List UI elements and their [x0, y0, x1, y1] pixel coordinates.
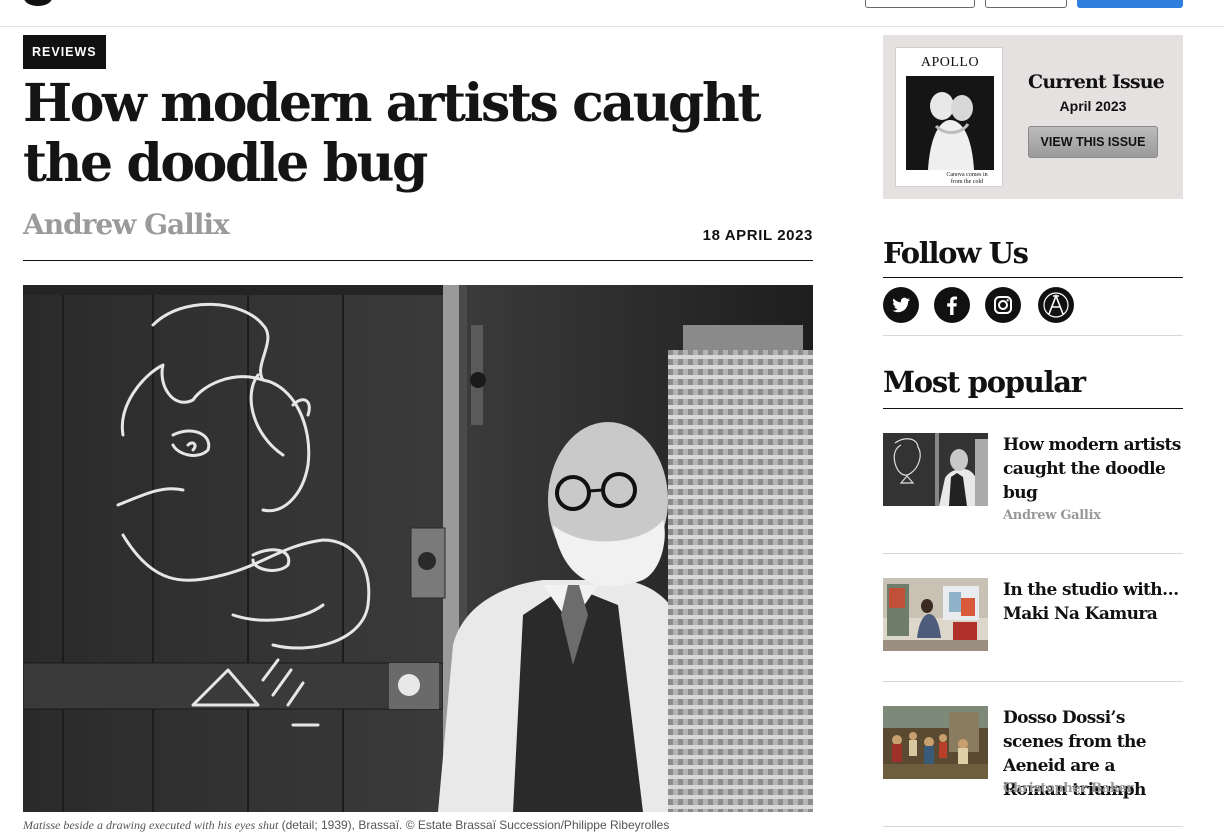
- top-navigation-bar: [0, 0, 1224, 27]
- header-divider: [23, 260, 813, 261]
- instagram-icon[interactable]: [985, 287, 1021, 323]
- popular-author-3[interactable]: Christopher Baker: [1003, 781, 1134, 796]
- caption-italic: Matisse beside a drawing executed with h…: [23, 818, 279, 832]
- nav-button-2[interactable]: [985, 0, 1067, 8]
- site-logo[interactable]: [24, 0, 52, 6]
- most-popular-heading: Most popular: [883, 365, 1086, 399]
- popular-divider-3: [883, 826, 1183, 827]
- current-issue-box: APOLLO Canova comes in from the cold Cur…: [883, 35, 1183, 199]
- cover-sculpture-image: [906, 76, 994, 170]
- subscribe-button[interactable]: [1077, 0, 1183, 8]
- article-author[interactable]: Andrew Gallix: [23, 208, 230, 241]
- nav-button-1[interactable]: [865, 0, 975, 8]
- current-issue-heading: Current Issue: [1028, 71, 1165, 93]
- popular-title-2[interactable]: In the studio with… Maki Na Kamura: [1003, 578, 1183, 626]
- issue-cover[interactable]: APOLLO Canova comes in from the cold: [895, 47, 1003, 187]
- popular-divider-1: [883, 553, 1183, 554]
- twitter-icon[interactable]: [883, 287, 919, 323]
- popular-divider-2: [883, 681, 1183, 682]
- facebook-icon[interactable]: [934, 287, 970, 323]
- popular-title-1[interactable]: How modern artists caught the doodle bug: [1003, 433, 1183, 505]
- follow-us-bottom-rule: [883, 335, 1183, 336]
- article-title: How modern artists caught the doodle bug: [23, 73, 761, 194]
- popular-thumb-3[interactable]: [883, 706, 988, 779]
- follow-us-rule: [883, 277, 1183, 278]
- view-issue-button[interactable]: VIEW THIS ISSUE: [1028, 126, 1158, 158]
- cover-title: APOLLO: [920, 55, 980, 70]
- caption-credit: (detail; 1939), Brassaï. © Estate Brassa…: [278, 818, 670, 832]
- popular-thumb-2[interactable]: [883, 578, 988, 651]
- apollo-icon[interactable]: [1038, 287, 1074, 323]
- popular-author-1[interactable]: Andrew Gallix: [1003, 508, 1101, 523]
- category-badge[interactable]: REVIEWS: [23, 35, 106, 69]
- article-date: 18 APRIL 2023: [702, 227, 813, 244]
- cover-subtitle: Canova comes in from the cold: [946, 172, 988, 185]
- follow-us-heading: Follow Us: [883, 236, 1029, 270]
- most-popular-rule: [883, 408, 1183, 409]
- image-caption: Matisse beside a drawing executed with h…: [23, 818, 669, 833]
- hero-image: [23, 285, 813, 812]
- popular-thumb-1[interactable]: [883, 433, 988, 506]
- current-issue-date: April 2023: [1059, 98, 1127, 114]
